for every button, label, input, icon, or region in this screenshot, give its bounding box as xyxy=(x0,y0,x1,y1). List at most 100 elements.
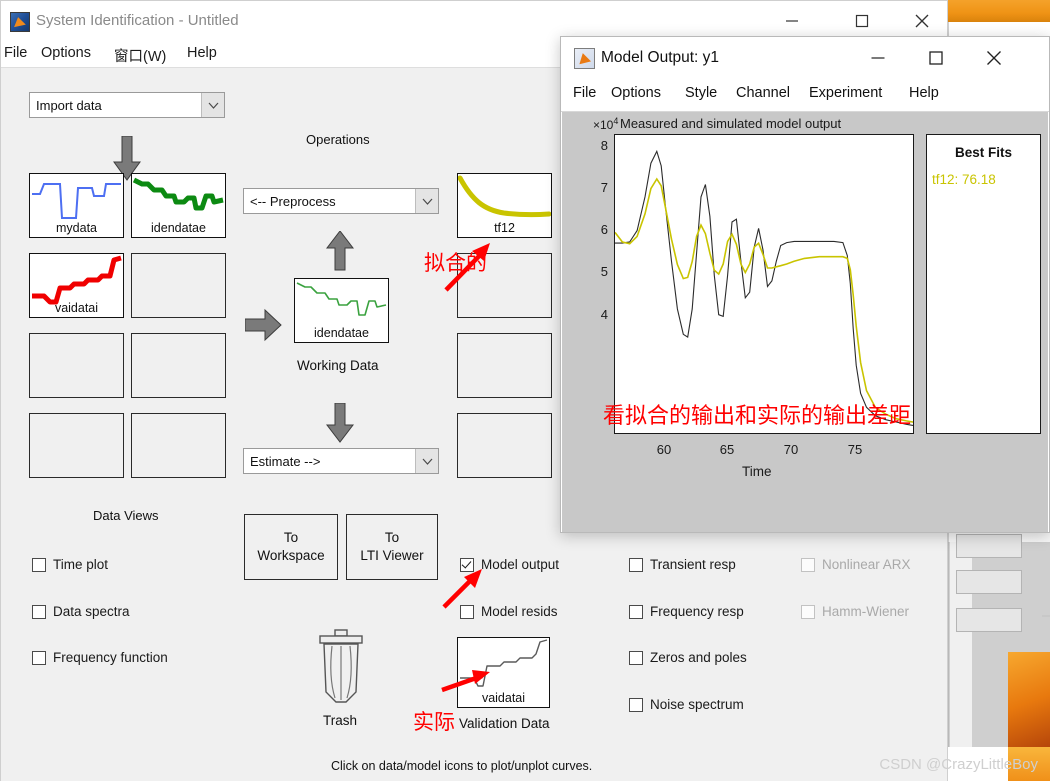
checkbox-data-spectra[interactable]: Data spectra xyxy=(32,604,130,619)
checkbox-label: Data spectra xyxy=(53,604,130,619)
close-button[interactable] xyxy=(965,37,1023,79)
series-measured xyxy=(615,151,913,425)
data-icon-vaidatai[interactable]: vaidatai xyxy=(29,253,124,318)
data-icon-label: vaidatai xyxy=(30,301,123,315)
y-tick-7: 7 xyxy=(588,180,608,195)
y-tick-5: 5 xyxy=(588,264,608,279)
to-workspace-button[interactable]: To Workspace xyxy=(244,514,338,580)
model-output-title: Model Output: y1 xyxy=(601,49,719,67)
minimize-button[interactable] xyxy=(849,37,907,79)
axis-exponent-label: ×104 xyxy=(593,116,618,132)
arrow-down-estimate-icon xyxy=(324,403,356,443)
close-button[interactable] xyxy=(899,1,945,41)
data-icon-label: idendatae xyxy=(132,221,225,235)
arrow-up-preprocess-icon xyxy=(324,231,356,271)
menu-experiment[interactable]: Experiment xyxy=(809,85,882,101)
validation-data-label: Validation Data xyxy=(459,716,550,731)
checkbox-box[interactable] xyxy=(32,558,46,572)
checkbox-zeros-and-poles[interactable]: Zeros and poles xyxy=(629,650,747,665)
checkbox-time-plot[interactable]: Time plot xyxy=(32,557,108,572)
chevron-down-icon[interactable] xyxy=(415,449,438,473)
checkbox-box[interactable] xyxy=(629,558,643,572)
background-field-1 xyxy=(956,534,1022,558)
menu-file[interactable]: File xyxy=(4,45,27,61)
checkbox-box xyxy=(801,605,815,619)
checkbox-label: Noise spectrum xyxy=(650,697,744,712)
data-icon-label: mydata xyxy=(30,221,123,235)
to-lti-viewer-button[interactable]: To LTI Viewer xyxy=(346,514,438,580)
menu-help[interactable]: Help xyxy=(187,45,217,61)
data-icon-slot-5[interactable] xyxy=(29,333,124,398)
matlab-icon xyxy=(574,48,595,69)
data-icon-slot-4[interactable] xyxy=(131,253,226,318)
chevron-down-icon[interactable] xyxy=(415,189,438,213)
checkbox-box[interactable] xyxy=(629,605,643,619)
checkbox-noise-spectrum[interactable]: Noise spectrum xyxy=(629,697,744,712)
menu-style[interactable]: Style xyxy=(685,85,717,101)
checkbox-box[interactable] xyxy=(32,651,46,665)
data-icon-slot-6[interactable] xyxy=(131,333,226,398)
x-tick-70: 70 xyxy=(778,442,804,457)
x-axis-label: Time xyxy=(742,464,772,479)
model-output-titlebar[interactable]: Model Output: y1 xyxy=(561,37,1049,79)
watermark: CSDN @CrazyLittleBoy xyxy=(879,756,1038,773)
to-workspace-line2: Workspace xyxy=(257,547,324,565)
working-data-icon[interactable]: idendatae xyxy=(294,278,389,343)
model-icon-label: tf12 xyxy=(458,221,551,235)
checkbox-label: Frequency function xyxy=(53,650,168,665)
plot-traces xyxy=(615,135,913,433)
maximize-button[interactable] xyxy=(839,1,885,41)
trash-icon[interactable] xyxy=(312,628,370,713)
checkbox-hamm-wiener: Hamm-Wiener xyxy=(801,604,909,619)
data-views-label: Data Views xyxy=(93,508,159,523)
annotation-arrow-validation-icon xyxy=(440,658,500,703)
annotation-fitted-text: 拟合的 xyxy=(424,247,487,277)
checkbox-frequency-resp[interactable]: Frequency resp xyxy=(629,604,744,619)
window-title: System Identification - Untitled xyxy=(36,12,239,29)
menu-options[interactable]: Options xyxy=(41,45,91,61)
best-fits-item: tf12: 76.18 xyxy=(932,172,996,187)
working-data-label: Working Data xyxy=(297,358,379,373)
menu-file[interactable]: File xyxy=(573,85,596,101)
model-icon-slot-3[interactable] xyxy=(457,333,552,398)
model-icon-tf12[interactable]: tf12 xyxy=(457,173,552,238)
checkbox-box[interactable] xyxy=(32,605,46,619)
model-icon-slot-4[interactable] xyxy=(457,413,552,478)
background-divider xyxy=(1042,615,1050,617)
checkbox-transient-resp[interactable]: Transient resp xyxy=(629,557,736,572)
checkbox-nonlinear-arx: Nonlinear ARX xyxy=(801,557,911,572)
best-fits-title: Best Fits xyxy=(927,145,1040,160)
annotation-actual-text: 实际 xyxy=(413,706,455,736)
checkbox-label: Zeros and poles xyxy=(650,650,747,665)
chevron-down-icon[interactable] xyxy=(201,93,224,117)
checkbox-box[interactable] xyxy=(629,698,643,712)
x-tick-65: 65 xyxy=(714,442,740,457)
data-icon-slot-8[interactable] xyxy=(131,413,226,478)
plot-axes[interactable] xyxy=(614,134,914,434)
import-data-combo[interactable]: Import data xyxy=(29,92,225,118)
minimize-button[interactable] xyxy=(769,1,815,41)
import-data-value: Import data xyxy=(30,98,102,113)
background-field-3 xyxy=(956,608,1022,632)
maximize-button[interactable] xyxy=(907,37,965,79)
background-window-titlebar xyxy=(948,0,1050,23)
menu-window[interactable]: 窗口(W) xyxy=(114,45,166,66)
checkbox-label: Nonlinear ARX xyxy=(822,557,911,572)
menu-channel[interactable]: Channel xyxy=(736,85,790,101)
preprocess-combo[interactable]: <-- Preprocess xyxy=(243,188,439,214)
to-lti-line1: To xyxy=(360,529,423,547)
operations-label: Operations xyxy=(306,132,370,147)
y-tick-6: 6 xyxy=(588,222,608,237)
menu-options[interactable]: Options xyxy=(611,85,661,101)
working-data-icon-label: idendatae xyxy=(295,326,388,340)
model-output-menubar: File Options Style Channel Experiment He… xyxy=(561,79,1049,112)
main-titlebar[interactable]: System Identification - Untitled xyxy=(1,1,947,41)
checkbox-frequency-function[interactable]: Frequency function xyxy=(32,650,168,665)
estimate-combo[interactable]: Estimate --> xyxy=(243,448,439,474)
checkbox-box[interactable] xyxy=(629,651,643,665)
menu-help[interactable]: Help xyxy=(909,85,939,101)
data-icon-mydata[interactable]: mydata xyxy=(29,173,124,238)
data-icon-idendatae[interactable]: idendatae xyxy=(131,173,226,238)
status-bar: Click on data/model icons to plot/unplot… xyxy=(1,751,947,781)
data-icon-slot-7[interactable] xyxy=(29,413,124,478)
